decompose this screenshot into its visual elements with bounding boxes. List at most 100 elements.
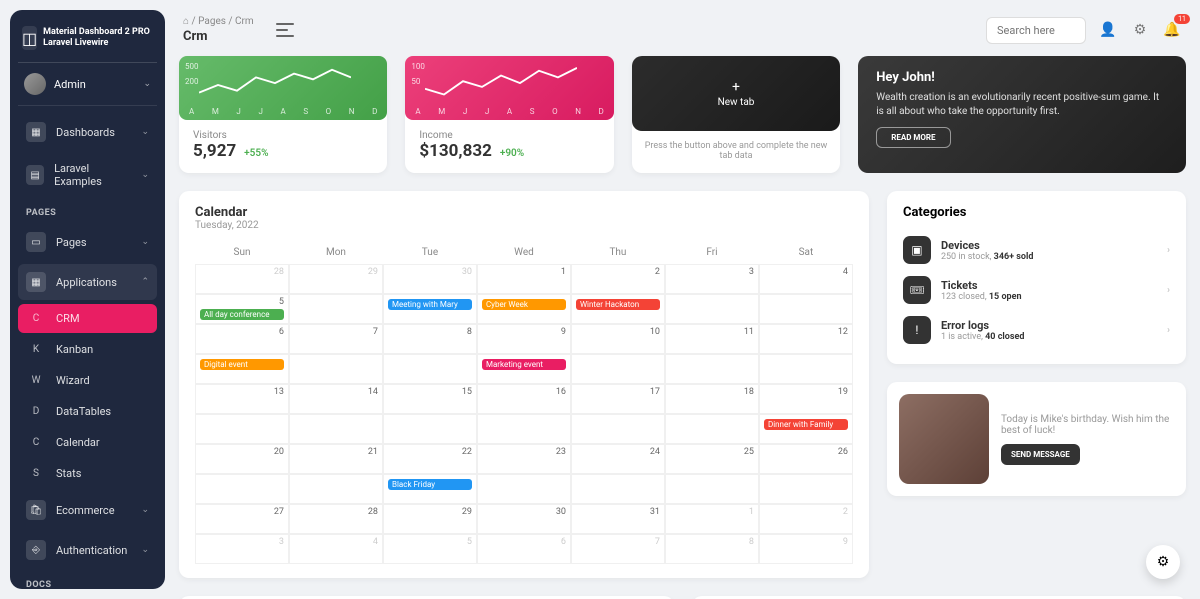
calendar-cell[interactable] <box>665 354 759 384</box>
calendar-cell[interactable] <box>289 414 383 444</box>
calendar-cell[interactable]: 10 <box>571 324 665 354</box>
calendar-cell[interactable] <box>477 414 571 444</box>
gear-icon[interactable]: ⚙ <box>1130 20 1150 40</box>
calendar-cell[interactable]: 6 <box>195 324 289 354</box>
sidebar-item-crm[interactable]: CCRM <box>18 304 157 333</box>
calendar-cell[interactable] <box>759 474 853 504</box>
nav-dashboards[interactable]: ▦Dashboards⌄ <box>18 114 157 150</box>
calendar-cell[interactable] <box>383 354 477 384</box>
menu-toggle[interactable] <box>276 23 294 37</box>
settings-fab[interactable]: ⚙ <box>1146 545 1180 579</box>
calendar-event[interactable]: Winter Hackaton <box>576 299 660 310</box>
calendar-cell[interactable]: 7 <box>289 324 383 354</box>
calendar-cell[interactable]: 17 <box>571 384 665 414</box>
calendar-cell[interactable]: 13 <box>195 384 289 414</box>
new-tab-button[interactable]: + New tab <box>632 56 840 131</box>
calendar-cell[interactable]: 23 <box>477 444 571 474</box>
nav-ecommerce[interactable]: 🛍Ecommerce⌄ <box>18 492 157 528</box>
calendar-event[interactable]: Marketing event <box>482 359 566 370</box>
calendar-cell[interactable] <box>195 414 289 444</box>
calendar-cell[interactable]: 29 <box>383 504 477 534</box>
calendar-cell[interactable] <box>665 474 759 504</box>
calendar-cell[interactable]: 1 <box>477 264 571 294</box>
calendar-event[interactable]: Black Friday <box>388 479 472 490</box>
profile-menu[interactable]: Admin ⌄ <box>18 63 157 106</box>
calendar-cell[interactable]: 28 <box>195 264 289 294</box>
calendar-cell[interactable]: 28 <box>289 504 383 534</box>
calendar-cell[interactable]: 5All day conference <box>195 294 289 324</box>
calendar-cell[interactable] <box>665 414 759 444</box>
calendar-cell[interactable]: Marketing event <box>477 354 571 384</box>
calendar-cell[interactable]: 2 <box>571 264 665 294</box>
category-item[interactable]: 🎟Tickets123 closed, 15 open› <box>903 270 1170 310</box>
calendar-cell[interactable]: Cyber Week <box>477 294 571 324</box>
calendar-cell[interactable] <box>289 474 383 504</box>
calendar-cell[interactable]: 27 <box>195 504 289 534</box>
calendar-event[interactable]: All day conference <box>200 309 284 320</box>
category-item[interactable]: ▣Devices250 in stock, 346+ sold› <box>903 230 1170 270</box>
calendar-cell[interactable]: 8 <box>383 324 477 354</box>
calendar-cell[interactable] <box>571 474 665 504</box>
account-icon[interactable]: 👤 <box>1098 20 1118 40</box>
calendar-cell[interactable]: 4 <box>289 534 383 564</box>
calendar-cell[interactable]: 20 <box>195 444 289 474</box>
calendar-event[interactable]: Cyber Week <box>482 299 566 310</box>
search-input[interactable] <box>986 17 1086 44</box>
calendar-cell[interactable]: 1 <box>665 504 759 534</box>
read-more-button[interactable]: READ MORE <box>876 127 950 148</box>
calendar-cell[interactable]: 24 <box>571 444 665 474</box>
calendar-cell[interactable]: 31 <box>571 504 665 534</box>
calendar-cell[interactable]: 29 <box>289 264 383 294</box>
sidebar-item-datatables[interactable]: DDataTables <box>18 397 157 426</box>
calendar-cell[interactable] <box>571 414 665 444</box>
calendar-cell[interactable]: 30 <box>477 504 571 534</box>
calendar-event[interactable]: Digital event <box>200 359 284 370</box>
calendar-cell[interactable]: 9 <box>477 324 571 354</box>
calendar-cell[interactable]: 11 <box>665 324 759 354</box>
calendar-cell[interactable]: 2 <box>759 504 853 534</box>
calendar-event[interactable]: Meeting with Mary <box>388 299 472 310</box>
nav-authentication[interactable]: ⎆Authentication⌄ <box>18 532 157 568</box>
calendar-cell[interactable] <box>383 414 477 444</box>
nav-pages[interactable]: ▭Pages⌄ <box>18 224 157 260</box>
calendar-cell[interactable] <box>289 294 383 324</box>
sidebar-item-stats[interactable]: SStats <box>18 459 157 488</box>
calendar-cell[interactable] <box>289 354 383 384</box>
calendar-cell[interactable]: Black Friday <box>383 474 477 504</box>
notifications-icon[interactable]: 🔔 <box>1162 20 1182 40</box>
calendar-cell[interactable]: 16 <box>477 384 571 414</box>
calendar-cell[interactable]: 25 <box>665 444 759 474</box>
calendar-cell[interactable]: 14 <box>289 384 383 414</box>
calendar-cell[interactable] <box>477 474 571 504</box>
calendar-cell[interactable]: 30 <box>383 264 477 294</box>
calendar-cell[interactable]: 21 <box>289 444 383 474</box>
calendar-cell[interactable] <box>759 294 853 324</box>
calendar-cell[interactable]: 7 <box>571 534 665 564</box>
calendar-cell[interactable]: 5 <box>383 534 477 564</box>
nav-examples[interactable]: ▤Laravel Examples⌄ <box>18 154 157 196</box>
calendar-cell[interactable]: 22 <box>383 444 477 474</box>
calendar-cell[interactable]: 9 <box>759 534 853 564</box>
sidebar-item-wizard[interactable]: WWizard <box>18 366 157 395</box>
send-message-button[interactable]: SEND MESSAGE <box>1001 444 1080 465</box>
calendar-cell[interactable]: 18 <box>665 384 759 414</box>
calendar-event[interactable]: Dinner with Family <box>764 419 848 430</box>
calendar-cell[interactable]: Dinner with Family <box>759 414 853 444</box>
sidebar-item-kanban[interactable]: KKanban <box>18 335 157 364</box>
calendar-cell[interactable]: 4 <box>759 264 853 294</box>
calendar-cell[interactable] <box>665 294 759 324</box>
calendar-cell[interactable]: 8 <box>665 534 759 564</box>
calendar-cell[interactable]: 3 <box>665 264 759 294</box>
calendar-cell[interactable]: 3 <box>195 534 289 564</box>
calendar-cell[interactable]: Winter Hackaton <box>571 294 665 324</box>
home-icon[interactable]: ⌂ <box>183 16 189 27</box>
calendar-cell[interactable]: 12 <box>759 324 853 354</box>
category-item[interactable]: !Error logs1 is active, 40 closed› <box>903 310 1170 350</box>
calendar-cell[interactable] <box>195 474 289 504</box>
calendar-cell[interactable] <box>759 354 853 384</box>
sidebar-item-calendar[interactable]: CCalendar <box>18 428 157 457</box>
calendar-cell[interactable]: 19 <box>759 384 853 414</box>
calendar-grid[interactable]: SunMonTueWedThuFriSat28293012345All day … <box>195 241 853 564</box>
calendar-cell[interactable]: Digital event <box>195 354 289 384</box>
calendar-cell[interactable] <box>571 354 665 384</box>
